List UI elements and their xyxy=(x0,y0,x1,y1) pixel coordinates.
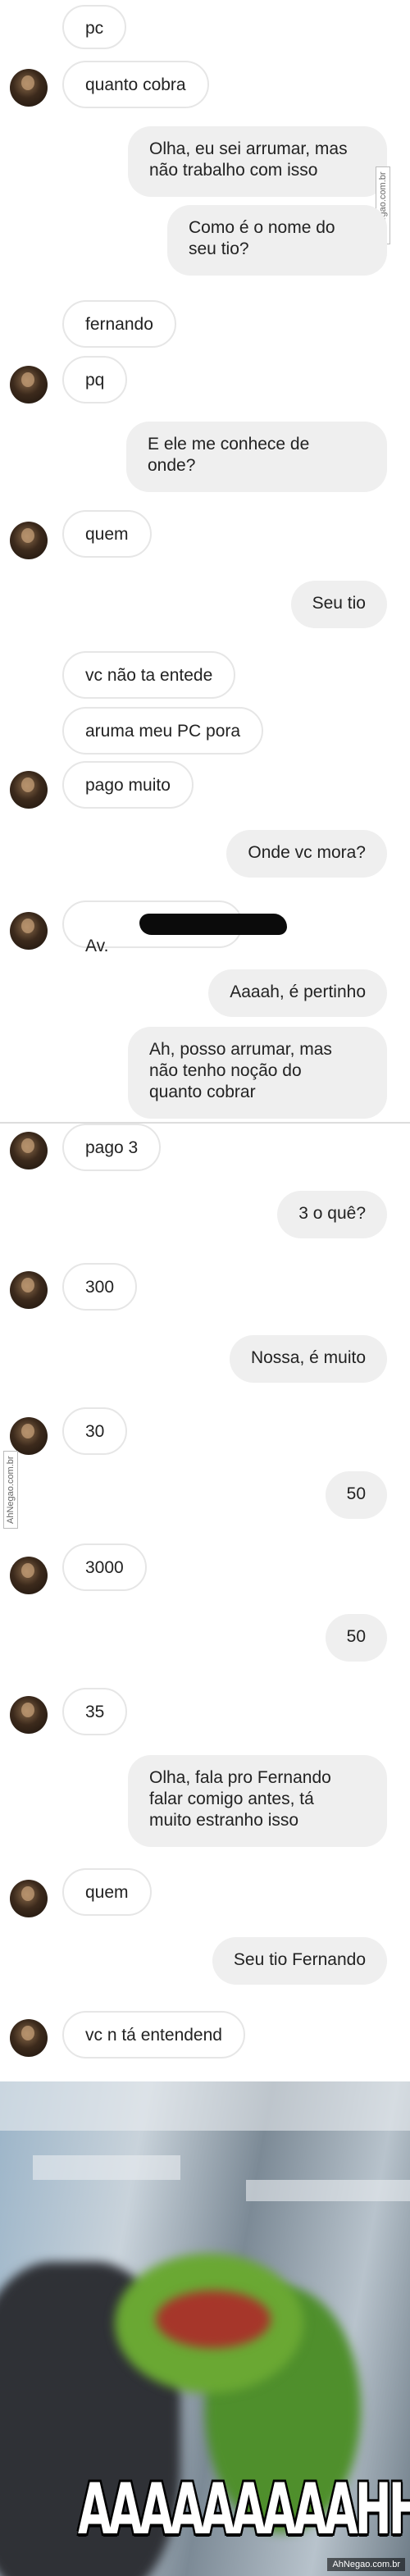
incoming-message-redacted: Av. xyxy=(62,900,287,955)
store-shelf xyxy=(246,2180,410,2201)
meme-caption: AAAAAAAAAHHHH xyxy=(78,2469,410,2551)
incoming-message: quanto cobra xyxy=(62,61,209,108)
outgoing-message: E ele me conhece de onde? xyxy=(126,422,387,492)
incoming-message: pc xyxy=(62,5,127,49)
outgoing-message: Olha, fala pro Fernando falar comigo ant… xyxy=(128,1755,387,1847)
store-shelf xyxy=(33,2155,180,2180)
kermit-mouth xyxy=(156,2291,271,2348)
contact-avatar xyxy=(10,1696,48,1734)
contact-avatar xyxy=(10,912,48,950)
contact-avatar xyxy=(10,366,48,403)
contact-avatar xyxy=(10,522,48,559)
incoming-message: vc não ta entede xyxy=(62,651,236,699)
incoming-message: aruma meu PC pora xyxy=(62,707,264,755)
incoming-message: fernando xyxy=(62,300,176,348)
outgoing-message: Seu tio xyxy=(290,581,387,628)
outgoing-message: 50 xyxy=(325,1614,387,1662)
incoming-message: 300 xyxy=(62,1263,138,1311)
watermark-vertical: AhNegao.com.br xyxy=(3,1451,18,1529)
outgoing-message: Olha, eu sei arrumar, mas não trabalho c… xyxy=(128,126,387,197)
store-shelf xyxy=(0,2081,410,2131)
outgoing-message: Seu tio Fernando xyxy=(212,1937,387,1985)
contact-avatar xyxy=(10,1417,48,1455)
contact-avatar xyxy=(10,771,48,809)
outgoing-message: 50 xyxy=(325,1471,387,1519)
chat-thread: pc quanto cobra Olha, eu sei arrumar, ma… xyxy=(0,0,410,2081)
watermark: AhNegao.com.br xyxy=(327,2558,405,2571)
incoming-message: quem xyxy=(62,510,152,558)
outgoing-message: Aaaah, é pertinho xyxy=(208,969,387,1017)
outgoing-message: Como é o nome do seu tio? xyxy=(167,205,387,276)
incoming-message: quem xyxy=(62,1868,152,1916)
incoming-message: vc n tá entendend xyxy=(62,2011,245,2059)
outgoing-message: 3 o quê? xyxy=(277,1191,387,1238)
outgoing-message: Nossa, é muito xyxy=(229,1335,387,1383)
contact-avatar xyxy=(10,1557,48,1594)
incoming-message: 30 xyxy=(62,1407,128,1455)
incoming-message: pq xyxy=(62,356,128,403)
kermit-meme-image: AAAAAAAAAHHHH AhNegao.com.br xyxy=(0,2081,410,2576)
address-text: Av. xyxy=(85,937,109,955)
incoming-message: pago 3 xyxy=(62,1124,162,1171)
incoming-message: 35 xyxy=(62,1688,128,1735)
contact-avatar xyxy=(10,1271,48,1309)
redaction-scribble xyxy=(139,914,287,935)
incoming-message: 3000 xyxy=(62,1543,147,1591)
outgoing-message: Ah, posso arrumar, mas não tenho noção d… xyxy=(128,1027,387,1119)
incoming-message: pago muito xyxy=(62,761,194,809)
contact-avatar xyxy=(10,1880,48,1917)
screenshot-divider xyxy=(0,1122,410,1124)
contact-avatar xyxy=(10,1132,48,1169)
contact-avatar xyxy=(10,69,48,107)
outgoing-message: Onde vc mora? xyxy=(226,830,387,878)
contact-avatar xyxy=(10,2019,48,2057)
